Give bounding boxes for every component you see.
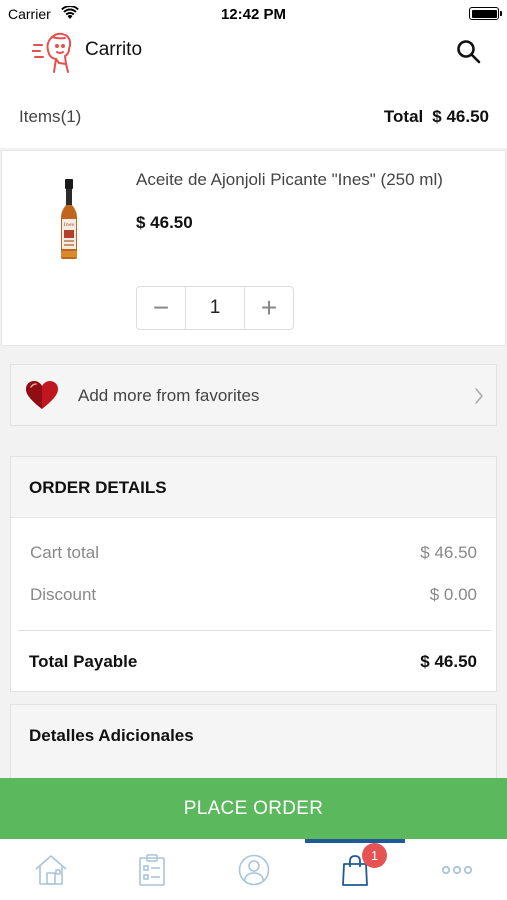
favorites-label: Add more from favorites	[78, 386, 260, 405]
heart-icon	[26, 381, 58, 409]
chevron-right-icon	[475, 388, 483, 404]
decrease-quantity-button[interactable]: −	[137, 287, 185, 329]
tab-bar	[0, 839, 507, 900]
discount-label: Discount	[30, 585, 97, 604]
cart-item: Ines Aceite de Ajonjoli Picante "Ines" (…	[1, 150, 506, 346]
search-icon[interactable]	[455, 38, 483, 66]
svg-text:Ines: Ines	[63, 222, 75, 228]
cart-total-value: $ 46.50	[420, 543, 477, 562]
app-header: Carrito	[0, 28, 507, 88]
clock: 12:42 PM	[220, 6, 287, 23]
items-count: Items(1)	[19, 107, 81, 127]
product-image: Ines	[61, 179, 77, 259]
order-details-header: ORDER DETAILS	[11, 457, 496, 518]
additional-details-title: Detalles Adicionales	[29, 726, 194, 745]
cart-summary-bar: Items(1) Total $ 46.50	[0, 88, 507, 148]
home-icon	[34, 854, 67, 885]
page-title: Carrito	[85, 39, 143, 60]
order-details-title: ORDER DETAILS	[29, 478, 167, 497]
add-from-favorites-row[interactable]: Add more from favorites	[10, 364, 497, 426]
quantity-stepper: − 1 +	[136, 286, 294, 330]
increase-quantity-button[interactable]: +	[245, 287, 293, 329]
battery-icon	[469, 7, 502, 20]
more-icon	[441, 865, 472, 874]
items-count-value: (1)	[60, 107, 82, 126]
total-payable-row: Total Payable $ 46.50	[29, 652, 477, 672]
product-name[interactable]: Aceite de Ajonjoli Picante "Ines" (250 m…	[136, 170, 443, 190]
total-payable-value: $ 46.50	[420, 652, 477, 671]
total-value: $ 46.50	[432, 107, 489, 126]
cart-total-label: Cart total	[30, 543, 99, 562]
tab-home[interactable]	[0, 839, 101, 900]
discount-row: Discount $ 0.00	[30, 585, 477, 605]
status-bar: Carrier 12:42 PM	[0, 0, 507, 28]
product-price: $ 46.50	[136, 213, 193, 232]
orders-list-icon	[138, 853, 165, 886]
place-order-button[interactable]: PLACE ORDER	[0, 778, 507, 839]
cart-total-row: Cart total $ 46.50	[30, 543, 477, 563]
tab-cart[interactable]	[304, 839, 405, 900]
delivery-person-icon	[32, 32, 72, 73]
cart-badge: 1	[362, 843, 387, 868]
cart-total-header: Total $ 46.50	[384, 107, 489, 127]
tab-more[interactable]	[406, 839, 507, 900]
divider	[18, 630, 491, 631]
total-label: Total	[383, 107, 424, 126]
quantity-value: 1	[185, 287, 245, 329]
additional-details-card[interactable]: Detalles Adicionales	[10, 704, 497, 784]
items-label: Items	[19, 107, 61, 126]
tab-orders[interactable]	[101, 839, 202, 900]
profile-icon	[238, 854, 269, 885]
order-details-card: ORDER DETAILS Cart total $ 46.50 Discoun…	[10, 456, 497, 692]
tab-profile[interactable]	[203, 839, 304, 900]
total-payable-label: Total Payable	[29, 652, 138, 671]
discount-value: $ 0.00	[429, 585, 477, 604]
